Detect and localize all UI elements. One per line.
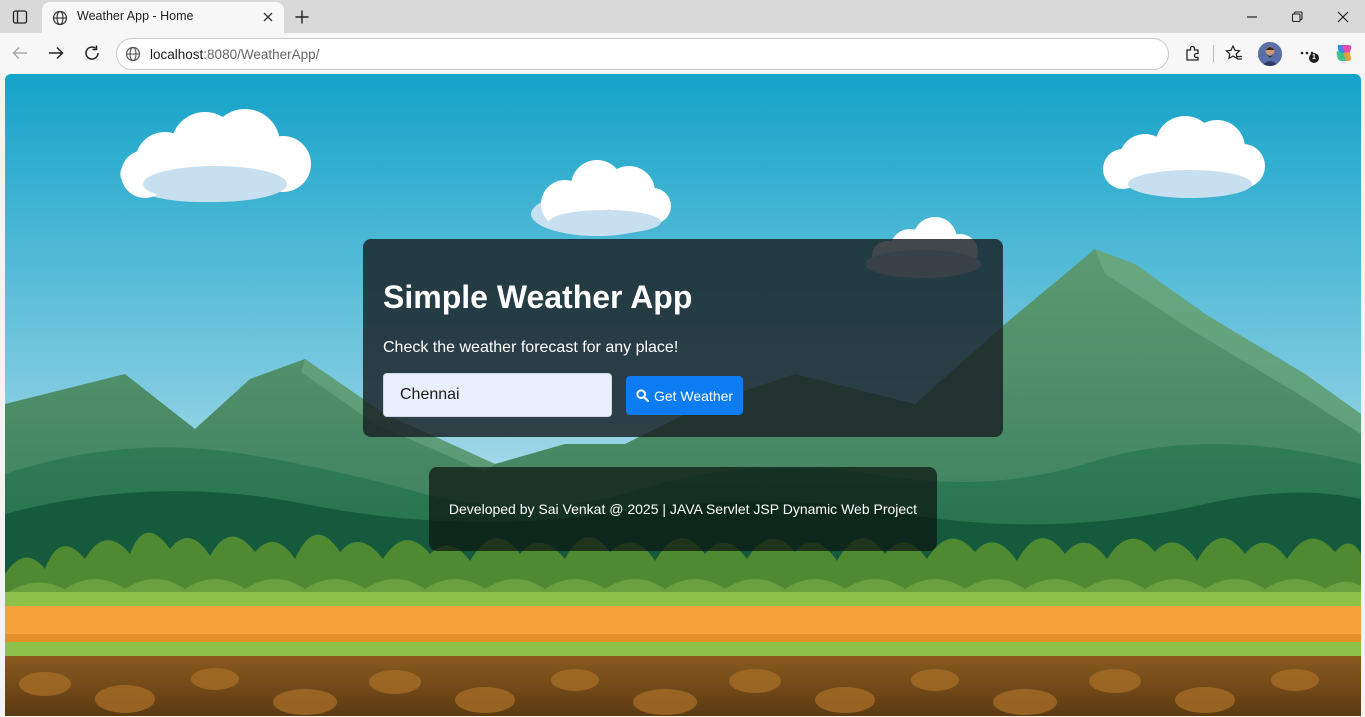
tab-actions-icon[interactable] (8, 6, 32, 28)
copilot-icon[interactable] (1332, 41, 1356, 65)
close-window-icon[interactable] (1328, 5, 1358, 29)
tab-title: Weather App - Home (77, 9, 194, 23)
extensions-puzzle-icon[interactable] (1181, 41, 1205, 65)
close-icon[interactable] (260, 9, 276, 25)
app-subtitle: Check the weather forecast for any place… (383, 339, 679, 356)
get-weather-label: Get Weather (653, 387, 734, 404)
address-url: localhost:8080/WeatherApp/ (150, 47, 319, 62)
minimize-icon[interactable] (1237, 5, 1267, 29)
browser-tab[interactable]: Weather App - Home (42, 2, 284, 33)
restore-icon[interactable] (1282, 5, 1312, 29)
page-footer: Developed by Sai Venkat @ 2025 | JAVA Se… (429, 467, 937, 551)
tab-bar: Weather App - Home (0, 0, 1365, 33)
toolbar-divider (1213, 45, 1214, 62)
favorites-star-icon[interactable] (1222, 41, 1246, 65)
address-bar[interactable]: localhost:8080/WeatherApp/ (116, 38, 1169, 70)
browser-toolbar: localhost:8080/WeatherApp/ 1 (0, 33, 1365, 73)
refresh-icon[interactable] (80, 41, 104, 65)
site-info-globe-icon[interactable] (125, 46, 141, 62)
search-icon (636, 389, 649, 402)
notification-badge: 1 (1309, 53, 1319, 63)
profile-avatar[interactable] (1258, 42, 1282, 66)
page-viewport: Simple Weather App Check the weather for… (5, 74, 1361, 716)
url-path: :8080/WeatherApp/ (203, 47, 320, 62)
city-input[interactable] (383, 373, 612, 417)
new-tab-plus-icon[interactable] (290, 5, 314, 29)
get-weather-button[interactable]: Get Weather (626, 376, 743, 415)
globe-icon (52, 10, 68, 26)
app-title: Simple Weather App (383, 279, 693, 315)
back-arrow-icon[interactable] (8, 41, 32, 65)
footer-text: Developed by Sai Venkat @ 2025 | JAVA Se… (448, 501, 918, 517)
weather-search-card: Simple Weather App Check the weather for… (363, 239, 1003, 437)
forward-arrow-icon[interactable] (44, 41, 68, 65)
url-host: localhost (150, 47, 204, 62)
